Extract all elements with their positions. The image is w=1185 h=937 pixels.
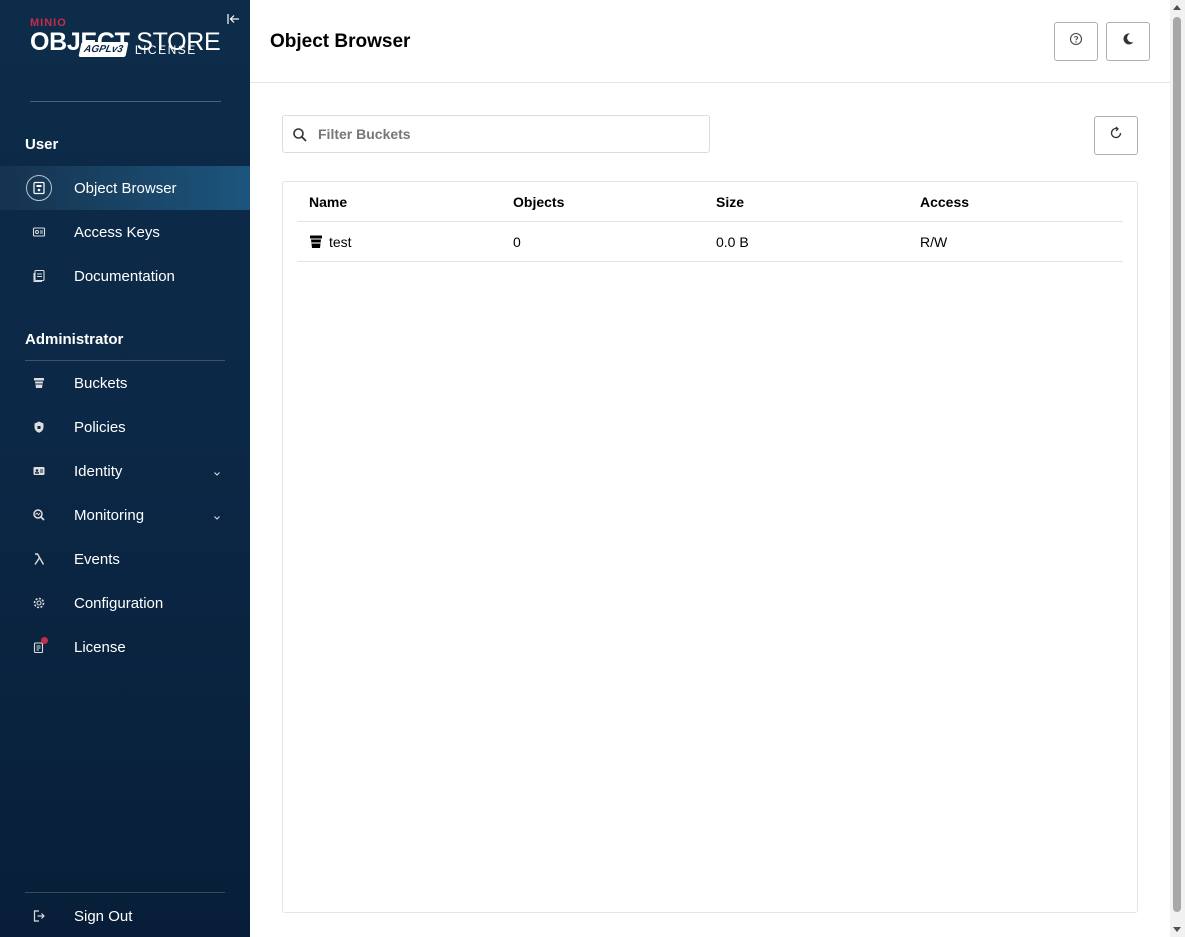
- sidebar-item-label: Object Browser: [74, 179, 177, 197]
- gear-icon: [27, 591, 51, 615]
- buckets-table: Name Objects Size Access test 0 0.0 B R/…: [282, 181, 1138, 913]
- sign-out-icon: [27, 904, 51, 928]
- sidebar-item-events[interactable]: Events: [0, 537, 250, 581]
- column-header-access[interactable]: Access: [920, 194, 969, 210]
- sidebar-item-access-keys[interactable]: Access Keys: [0, 210, 250, 254]
- sidebar-item-label: Documentation: [74, 267, 175, 285]
- sign-out-button[interactable]: Sign Out: [0, 894, 250, 937]
- divider: [30, 101, 221, 102]
- scroll-up-arrow-icon[interactable]: [1173, 5, 1181, 10]
- monitoring-icon: [27, 503, 51, 527]
- sidebar-item-buckets[interactable]: Buckets: [0, 361, 250, 405]
- bucket-size: 0.0 B: [716, 234, 749, 250]
- sidebar-item-label: Buckets: [74, 374, 128, 392]
- refresh-icon: [1108, 125, 1124, 146]
- table-header: Name Objects Size Access: [297, 182, 1123, 222]
- refresh-button[interactable]: [1094, 116, 1138, 155]
- vertical-scrollbar[interactable]: [1170, 0, 1185, 937]
- sidebar-item-label: Access Keys: [74, 223, 160, 241]
- chevron-down-icon[interactable]: [212, 510, 222, 520]
- policies-icon: [27, 415, 51, 439]
- agpl-badge: AGPLv3: [78, 42, 129, 57]
- sidebar-item-label: Events: [74, 550, 120, 568]
- page-header: Object Browser: [250, 0, 1170, 83]
- chevron-down-icon[interactable]: [212, 466, 222, 476]
- sidebar-item-identity[interactable]: Identity: [0, 449, 250, 493]
- sidebar-item-label: Configuration: [74, 594, 164, 612]
- sidebar-item-license[interactable]: License: [0, 625, 250, 669]
- moon-icon: [1121, 32, 1135, 51]
- notification-dot: [41, 637, 48, 644]
- bucket-icon: [309, 235, 323, 249]
- search-icon: [292, 127, 308, 143]
- sidebar-item-object-browser[interactable]: Object Browser: [0, 166, 250, 210]
- bucket-icon: [27, 371, 51, 395]
- sidebar-item-label: License: [74, 638, 126, 656]
- access-keys-icon: [27, 220, 51, 244]
- sidebar-item-label: Identity: [74, 462, 123, 480]
- collapse-sidebar-icon[interactable]: [226, 12, 240, 26]
- section-user: User: [25, 136, 59, 153]
- sidebar: MINIO OBJECT STORE AGPLv3 LICENSE User O…: [0, 0, 250, 937]
- sidebar-item-configuration[interactable]: Configuration: [0, 581, 250, 625]
- page-title: Object Browser: [270, 31, 411, 52]
- bucket-objects: 0: [513, 234, 521, 250]
- object-browser-icon: [26, 175, 52, 201]
- bucket-name[interactable]: test: [329, 234, 352, 250]
- bucket-access: R/W: [920, 234, 948, 250]
- license-icon: [27, 635, 51, 659]
- search-input[interactable]: [318, 116, 703, 152]
- identity-icon: [27, 459, 51, 483]
- divider: [25, 892, 225, 893]
- brand-license: LICENSE: [134, 42, 197, 57]
- scroll-down-arrow-icon[interactable]: [1173, 927, 1181, 932]
- column-header-name[interactable]: Name: [309, 194, 347, 210]
- table-row[interactable]: test 0 0.0 B R/W: [297, 222, 1123, 262]
- column-header-size[interactable]: Size: [716, 194, 744, 210]
- section-administrator: Administrator: [25, 331, 124, 348]
- sidebar-item-label: Monitoring: [74, 506, 145, 524]
- scroll-thumb[interactable]: [1173, 17, 1181, 912]
- lambda-icon: [27, 547, 51, 571]
- sidebar-item-policies[interactable]: Policies: [0, 405, 250, 449]
- sidebar-item-label: Policies: [74, 418, 126, 436]
- sidebar-item-monitoring[interactable]: Monitoring: [0, 493, 250, 537]
- help-button[interactable]: [1054, 22, 1098, 61]
- column-header-objects[interactable]: Objects: [513, 194, 564, 210]
- documentation-icon: [27, 264, 51, 288]
- filter-buckets-field[interactable]: [282, 115, 710, 153]
- brand-license-row: AGPLv3 LICENSE: [78, 42, 197, 57]
- sidebar-item-documentation[interactable]: Documentation: [0, 254, 250, 298]
- main-content: Object Browser Name Objects Size Access: [250, 0, 1170, 937]
- dark-mode-toggle[interactable]: [1106, 22, 1150, 61]
- sign-out-label: Sign Out: [74, 907, 133, 925]
- help-icon: [1069, 32, 1083, 51]
